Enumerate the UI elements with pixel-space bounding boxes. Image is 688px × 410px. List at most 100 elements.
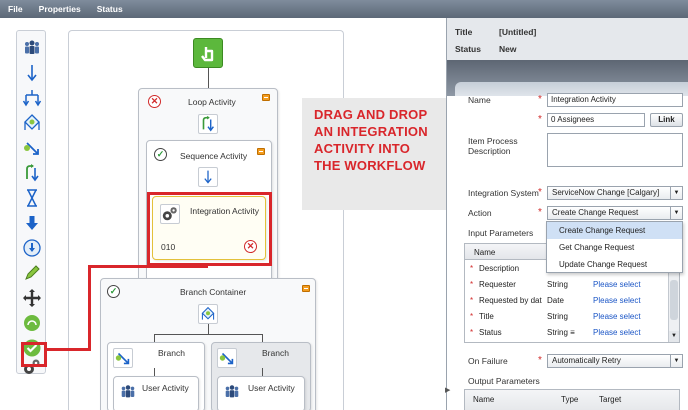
hand-pointer-icon [201,47,214,62]
sequence-arrow-icon [198,167,218,187]
loop-icon [198,114,218,134]
loop-activity-label: Loop Activity [188,97,236,107]
drag-path [88,265,208,268]
connector [208,68,209,88]
branch-diamond-icon[interactable] [21,112,43,134]
title-value: [Untitled] [499,27,537,37]
integration-system-label: Integration System [468,188,539,198]
connector [208,324,209,334]
target-select-link[interactable]: Please select [593,312,641,321]
user-activity-label: User Activity [248,383,295,393]
branch-container-check-icon: ✓ [107,285,120,298]
connector [262,368,263,376]
collapse-loop-button[interactable] [262,94,270,101]
input-parameters-label: Input Parameters [468,228,534,238]
sequence-arrow-icon[interactable] [21,62,43,84]
required-marker: * [538,207,542,218]
move-icon[interactable] [21,287,43,309]
action-option[interactable]: Get Change Request [547,239,682,256]
column-header-name: Name [473,395,495,404]
required-marker: * [538,94,542,105]
target-select-link[interactable]: Please select [593,280,641,289]
target-select-link[interactable]: Please select [593,296,641,305]
connector [154,334,262,335]
table-row[interactable]: * Status String ≡ Please select [465,325,669,340]
recycle-icon[interactable] [21,312,43,334]
drag-path [88,265,91,350]
people-icon [118,382,138,402]
sequence-check-icon: ✓ [154,148,167,161]
user-activity-label: User Activity [142,383,189,393]
menu-properties[interactable]: Properties [39,4,81,14]
collapse-sequence-button[interactable] [257,148,265,155]
sequence-activity-label: Sequence Activity [180,151,248,161]
table-row[interactable]: * Requester String Please select [465,277,669,292]
menu-file[interactable]: File [8,4,23,14]
drag-path [46,348,91,351]
branch-label: Branch [158,348,185,358]
target-select-link[interactable]: Please select [593,328,641,337]
name-label: Name [468,95,491,105]
edit-icon[interactable] [21,262,43,284]
panel-collapse-icon[interactable]: ▶ [445,386,451,396]
activity-toolbar [16,30,46,374]
connector [154,334,155,342]
branch-label: Branch [262,348,289,358]
loop-icon[interactable] [21,162,43,184]
required-marker: * [538,114,542,125]
on-failure-label: On Failure [468,356,508,366]
remove-loop-button[interactable]: ✕ [148,95,161,108]
title-label: Title [455,27,473,37]
chevron-down-icon[interactable]: ▼ [669,331,679,342]
parallel-arrows-icon[interactable] [21,87,43,109]
menu-status[interactable]: Status [97,4,123,14]
action-option[interactable]: Update Change Request [547,256,682,273]
branch-icon[interactable] [21,137,43,159]
output-parameters-label: Output Parameters [468,376,540,386]
menu-bar: File Properties Status [0,0,688,18]
on-failure-value: Automatically Retry [552,356,621,365]
column-header-target: Target [599,395,622,404]
column-header-name: Name [474,248,496,257]
chevron-down-icon: ▼ [670,207,682,219]
connector [262,334,263,342]
link-button[interactable]: Link [650,113,683,127]
action-dropdown: Create Change Request Get Change Request… [546,221,683,273]
toolbar-gear-highlight [21,342,47,367]
chevron-down-icon: ▼ [670,187,682,199]
table-row[interactable]: * Title String Please select [465,309,669,324]
assignees-input[interactable]: 0 Assignees [547,113,645,127]
download-icon[interactable] [21,212,43,234]
description-textarea[interactable] [547,133,683,167]
integration-system-value: ServiceNow Change [Calgary] [552,188,660,197]
action-label: Action [468,208,492,218]
collapse-branch-container-button[interactable] [302,285,310,292]
action-option[interactable]: Create Change Request [547,222,682,239]
output-parameters-table-header: Name Type Target [464,389,680,410]
hourglass-icon[interactable] [21,187,43,209]
action-value: Create Change Request [552,208,639,217]
scrollbar-thumb[interactable] [670,280,678,320]
status-value: New [499,44,517,54]
refresh-circle-icon[interactable] [21,237,43,259]
integration-system-select[interactable]: ServiceNow Change [Calgary] ▼ [547,186,683,200]
on-failure-select[interactable]: Automatically Retry ▼ [547,354,683,368]
callout-line: AN INTEGRATION [314,124,428,139]
callout-line: THE WORKFLOW [314,158,426,173]
connector [154,368,155,376]
table-row[interactable]: * Requested by dat Date Please select [465,293,669,308]
chevron-down-icon: ▼ [670,355,682,367]
required-marker: * [538,355,542,366]
name-input[interactable]: Integration Activity [547,93,683,107]
panel-header: Title [Untitled] Status New [447,18,688,60]
action-select[interactable]: Create Change Request ▼ [547,206,683,220]
integration-highlight [147,192,272,266]
panel-tab-bar [447,60,688,96]
column-header-type: Type [561,395,579,404]
start-node[interactable] [193,38,223,68]
branch-container-label: Branch Container [180,287,247,297]
people-icon[interactable] [21,37,43,59]
branch-icon [113,348,133,368]
callout-line: ACTIVITY INTO [314,141,411,156]
branch-icon [217,348,237,368]
